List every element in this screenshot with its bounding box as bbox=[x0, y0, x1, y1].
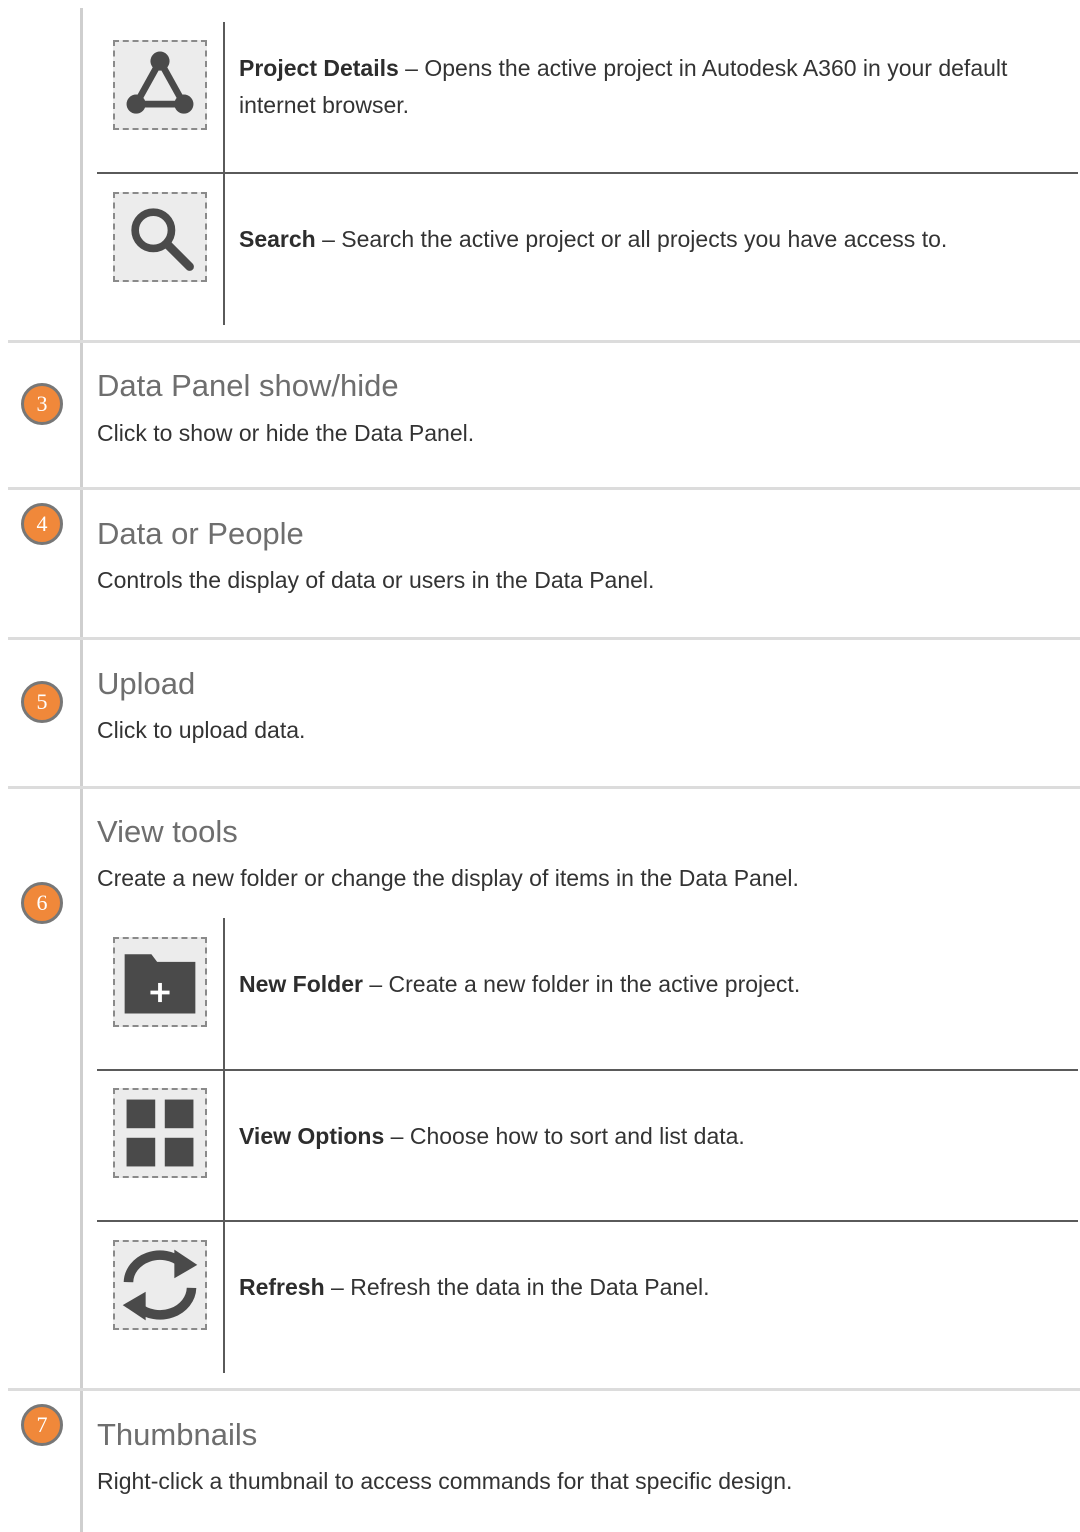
section-description: Create a new folder or change the displa… bbox=[97, 865, 799, 891]
section-title: Data or People bbox=[97, 516, 304, 551]
grid-icon bbox=[113, 1088, 207, 1178]
section-divider bbox=[8, 1388, 1080, 1391]
callout-badge-3: 3 bbox=[21, 383, 63, 425]
section-divider bbox=[8, 487, 1080, 490]
section-divider bbox=[8, 340, 1080, 343]
tool-name: Project Details bbox=[239, 55, 399, 81]
tool-table-row-divider bbox=[97, 172, 1078, 174]
left-column-divider bbox=[80, 8, 83, 1532]
project-details-description: Project Details – Opens the active proje… bbox=[239, 55, 1008, 118]
search-icon bbox=[113, 192, 207, 282]
callout-badge-6: 6 bbox=[21, 882, 63, 924]
tool-name: Refresh bbox=[239, 1274, 325, 1300]
new-folder-description: New Folder – Create a new folder in the … bbox=[239, 971, 801, 997]
tool-name: New Folder bbox=[239, 971, 363, 997]
section-title: View tools bbox=[97, 814, 238, 849]
section-description: Click to upload data. bbox=[97, 717, 306, 743]
tool-table-divider bbox=[223, 918, 225, 1373]
section-title: Data Panel show/hide bbox=[97, 368, 399, 403]
section-divider bbox=[8, 637, 1080, 640]
section-description: Controls the display of data or users in… bbox=[97, 567, 655, 593]
section-title: Thumbnails bbox=[97, 1417, 258, 1452]
section-description: Right-click a thumbnail to access comman… bbox=[97, 1468, 793, 1494]
section-description: Click to show or hide the Data Panel. bbox=[97, 420, 475, 446]
section-title: Upload bbox=[97, 666, 196, 701]
tool-table-row-divider bbox=[97, 1069, 1078, 1071]
callout-badge-5: 5 bbox=[21, 681, 63, 723]
new-folder-icon bbox=[113, 937, 207, 1027]
callout-badge-4: 4 bbox=[21, 503, 63, 545]
tool-name: Search bbox=[239, 226, 316, 252]
view-options-description: View Options – Choose how to sort and li… bbox=[239, 1123, 745, 1149]
refresh-icon bbox=[113, 1240, 207, 1330]
project-details-icon bbox=[113, 40, 207, 130]
tool-name: View Options bbox=[239, 1123, 385, 1149]
section-divider bbox=[8, 786, 1080, 789]
callout-badge-7: 7 bbox=[21, 1404, 63, 1446]
tool-table-row-divider bbox=[97, 1220, 1078, 1222]
refresh-description: Refresh – Refresh the data in the Data P… bbox=[239, 1274, 710, 1300]
search-description: Search – Search the active project or al… bbox=[239, 226, 948, 252]
